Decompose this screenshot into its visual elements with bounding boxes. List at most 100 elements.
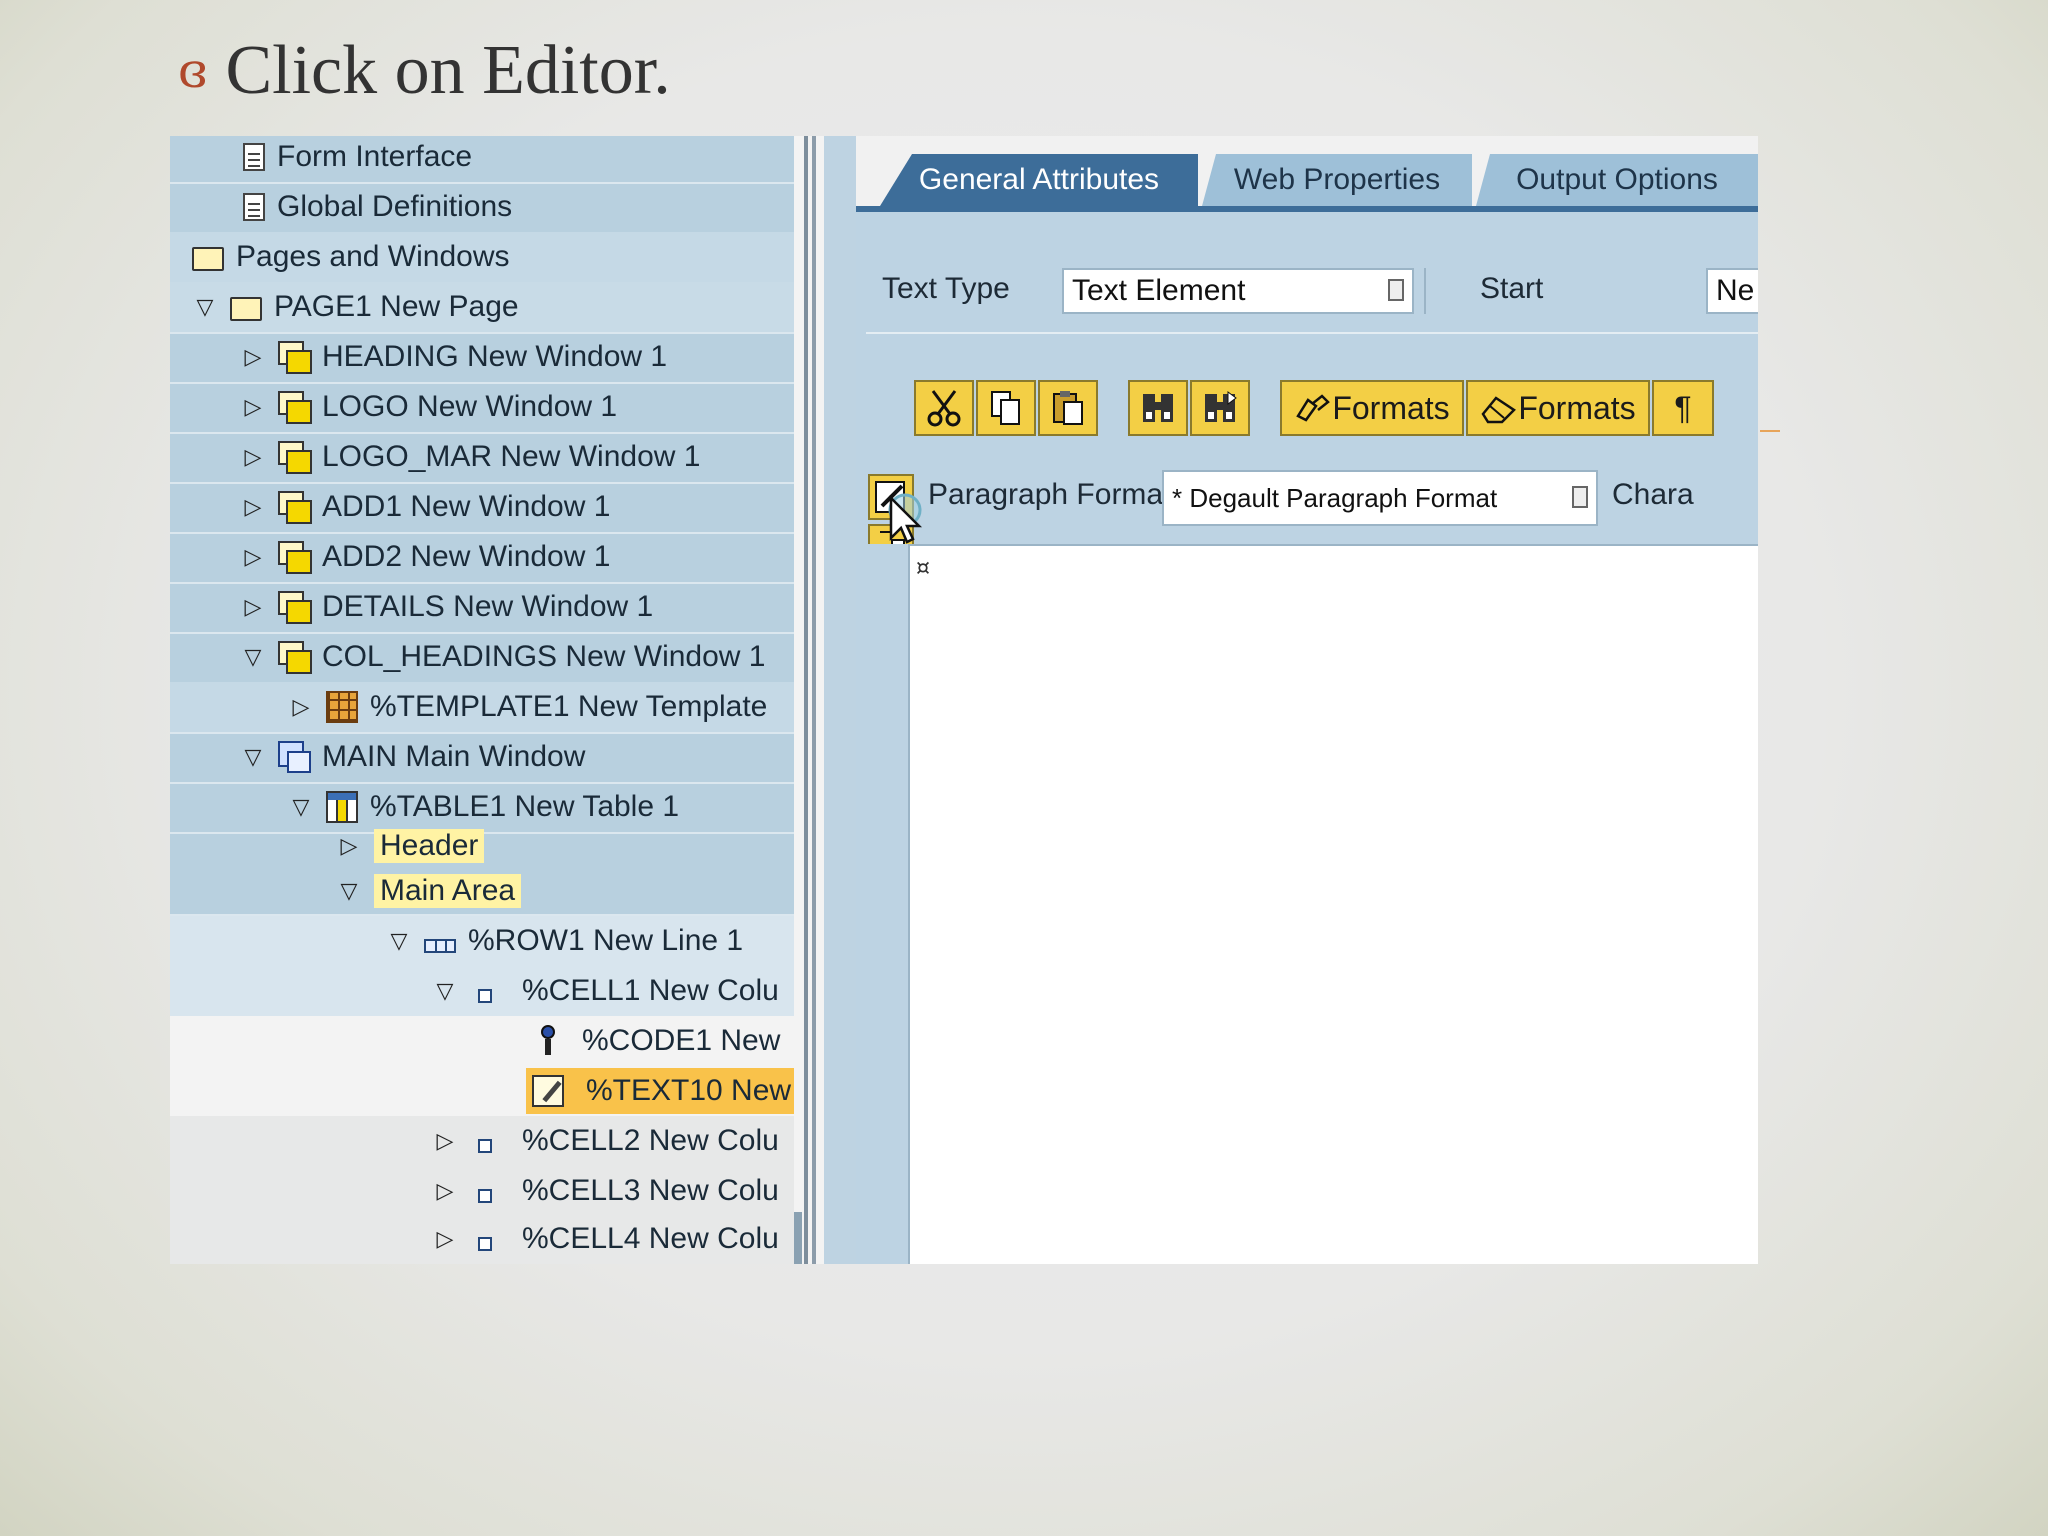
tree-node-page1[interactable]: ▽ PAGE1 New Page [170,282,794,334]
tree-node-label: %CELL4 New Colu [522,1222,779,1255]
scissors-icon [927,390,961,427]
character-formats-button[interactable]: Formats [1280,380,1464,436]
bullet-icon: ɞ [178,43,208,99]
tree-node-main-area[interactable]: ▽ Main Area [170,868,794,916]
tree-node-code1[interactable]: %CODE1 New [170,1016,794,1066]
field-divider [1424,268,1446,314]
value-help-icon[interactable] [1572,486,1588,508]
text-edit-icon [532,1075,564,1107]
tree-node-form-interface[interactable]: Form Interface [170,136,794,184]
tree-node-heading[interactable]: ▷ HEADING New Window 1 [170,332,794,384]
tree-node-logo[interactable]: ▷ LOGO New Window 1 [170,382,794,434]
window-icon [278,391,312,424]
tree-node-header[interactable]: ▷ Header [170,824,794,868]
tree-node-label: %CELL3 New Colu [522,1174,779,1207]
tree-node-label: %ROW1 New Line 1 [468,924,744,957]
tree-node-label: LOGO_MAR New Window 1 [322,440,701,473]
value-help-icon[interactable] [1388,279,1404,301]
tab-strip: General Attributes Web Properties Output… [856,136,1758,212]
binoculars-icon [1143,394,1173,422]
chevron-down-icon[interactable]: ▽ [434,978,456,1004]
separator [866,332,1758,334]
tree-node-add1[interactable]: ▷ ADD1 New Window 1 [170,482,794,534]
tree-node-logo-mar[interactable]: ▷ LOGO_MAR New Window 1 [170,432,794,484]
tab-web-properties[interactable]: Web Properties [1202,154,1472,206]
paste-button[interactable] [1038,380,1098,436]
tree-node-cell2[interactable]: ▷ %CELL2 New Colu [170,1116,794,1166]
tree-node-label: %CELL2 New Colu [522,1124,779,1157]
chevron-down-icon[interactable]: ▽ [242,644,264,670]
find-next-button[interactable] [1190,380,1250,436]
selected-node-highlight: %TEXT10 New [526,1068,794,1114]
tree-node-label: HEADING New Window 1 [322,340,668,373]
show-formatting-button[interactable]: ¶ [1652,380,1714,436]
chevron-right-icon[interactable]: ▷ [242,594,264,620]
slide-title: ɞ Click on Editor. [178,26,671,116]
tree-node-pages-and-windows[interactable]: Pages and Windows [170,232,794,284]
folder-icon [192,247,224,271]
chevron-down-icon[interactable]: ▽ [338,878,360,904]
format-eraser-icon [1481,396,1517,424]
chevron-right-icon[interactable]: ▷ [290,694,312,720]
sap-screenshot: Form Interface Global Definitions Pages … [170,136,1758,1264]
format-brush-icon [1296,394,1331,422]
document-icon [243,193,265,221]
tree-node-label: MAIN Main Window [322,740,586,773]
tree-node-col-headings[interactable]: ▽ COL_HEADINGS New Window 1 [170,632,794,684]
chevron-down-icon[interactable]: ▽ [242,744,264,770]
tree-node-cell1[interactable]: ▽ %CELL1 New Colu [170,966,794,1018]
chevron-right-icon[interactable]: ▷ [434,1226,456,1252]
text-editor-area[interactable]: ¤ [908,544,1758,1264]
pilcrow-icon: ¶ [1674,389,1692,426]
tree-node-label: DETAILS New Window 1 [322,590,654,623]
line-icon [424,938,456,953]
mouse-cursor-icon [888,493,923,544]
paragraph-formats-button[interactable]: Formats [1466,380,1650,436]
cut-button[interactable] [914,380,974,436]
chevron-down-icon[interactable]: ▽ [194,294,216,320]
chevron-down-icon[interactable]: ▽ [290,794,312,820]
tree-node-label: %TEMPLATE1 New Template [370,690,768,723]
program-lines-icon [532,1025,564,1057]
folder-icon [230,297,262,321]
paragraph-formats-label: Paragraph Formats [928,478,1187,511]
splitter[interactable] [794,136,824,1264]
slide-title-text: Click on Editor. [225,32,671,109]
tree-node-label: ADD2 New Window 1 [322,540,611,573]
text-type-select[interactable]: Text Element [1062,268,1414,314]
tab-general-attributes[interactable]: General Attributes [880,154,1198,206]
paragraph-format-select[interactable]: * Degault Paragraph Format [1162,470,1598,526]
chevron-down-icon[interactable]: ▽ [388,928,410,954]
chevron-right-icon[interactable]: ▷ [242,444,264,470]
tree-node-global-definitions[interactable]: Global Definitions [170,182,794,234]
tree-node-row1[interactable]: ▽ %ROW1 New Line 1 [170,916,794,968]
tree-node-template1[interactable]: ▷ %TEMPLATE1 New Template [170,682,794,734]
cell-icon [478,1236,492,1251]
chevron-right-icon[interactable]: ▷ [242,544,264,570]
tree-node-cell4[interactable]: ▷ %CELL4 New Colu [170,1214,794,1264]
chevron-right-icon[interactable]: ▷ [242,494,264,520]
tree-node-text10[interactable]: %TEXT10 New [170,1066,794,1116]
formats-label: Formats [1332,389,1450,426]
chevron-right-icon[interactable]: ▷ [434,1178,456,1204]
tab-output-options[interactable]: Output Options [1476,154,1758,206]
window-icon [278,641,312,674]
tree-node-cell3[interactable]: ▷ %CELL3 New Colu [170,1166,794,1216]
tree-node-details[interactable]: ▷ DETAILS New Window 1 [170,582,794,634]
tree-node-label: %CODE1 New [582,1024,781,1057]
start-label: Start [1480,272,1544,305]
paragraph-format-value: * Degault Paragraph Format [1172,482,1498,513]
chevron-right-icon[interactable]: ▷ [242,394,264,420]
chevron-right-icon[interactable]: ▷ [242,344,264,370]
start-select[interactable]: Ne [1706,268,1758,314]
find-button[interactable] [1128,380,1188,436]
window-icon [278,591,312,624]
chevron-right-icon[interactable]: ▷ [338,833,360,859]
tree-scrollbar[interactable] [794,1212,802,1264]
window-icon [278,441,312,474]
tree-node-add2[interactable]: ▷ ADD2 New Window 1 [170,532,794,584]
tree-node-main-window[interactable]: ▽ MAIN Main Window [170,732,794,784]
chevron-right-icon[interactable]: ▷ [434,1128,456,1154]
tree-node-label: %CELL1 New Colu [522,974,779,1007]
copy-button[interactable] [976,380,1036,436]
